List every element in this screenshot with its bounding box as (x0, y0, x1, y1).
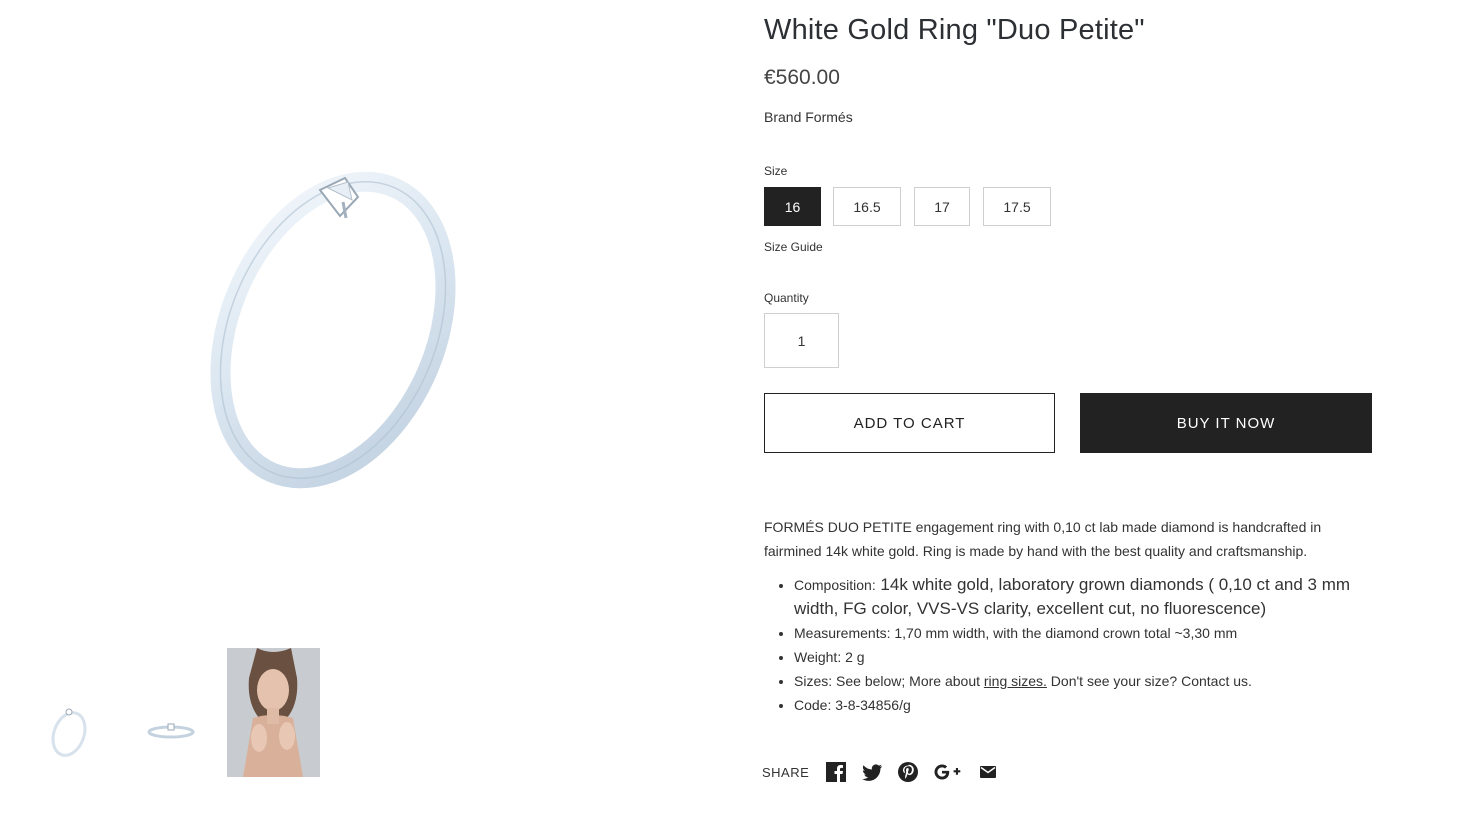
ring-sizes-link[interactable]: ring sizes. (984, 673, 1047, 689)
size-option-17[interactable]: 17 (914, 187, 970, 226)
spec-composition: Composition: 14k white gold, laboratory … (794, 573, 1364, 621)
twitter-icon[interactable] (861, 761, 883, 783)
spec-code: Code: 3-8-34856/g (794, 693, 1364, 717)
composition-value: 14k white gold, laboratory grown diamond… (794, 575, 1351, 618)
thumbnail-ring-side[interactable] (22, 648, 115, 777)
quantity-label: Quantity (764, 291, 809, 305)
size-option-17-5[interactable]: 17.5 (983, 187, 1051, 226)
pinterest-icon[interactable] (897, 761, 919, 783)
product-title: White Gold Ring "Duo Petite" (764, 14, 1145, 46)
thumbnail-model-photo[interactable] (227, 648, 320, 777)
spec-measurements: Measurements: 1,70 mm width, with the di… (794, 621, 1364, 645)
size-option-16-5[interactable]: 16.5 (833, 187, 901, 226)
spec-weight: Weight: 2 g (794, 645, 1364, 669)
facebook-icon[interactable] (825, 761, 847, 783)
share-bar: SHARE (762, 761, 1013, 783)
buy-now-button[interactable]: BUY IT NOW (1080, 393, 1372, 453)
add-to-cart-button[interactable]: ADD TO CART (764, 393, 1055, 453)
size-guide-link[interactable]: Size Guide (764, 240, 823, 254)
google-plus-icon[interactable] (933, 761, 963, 783)
thumbnail-ring-flat[interactable] (124, 648, 217, 777)
product-brand: Brand Formés (764, 109, 853, 125)
size-option-16[interactable]: 16 (764, 187, 821, 226)
email-icon[interactable] (977, 761, 999, 783)
spec-list: Composition: 14k white gold, laboratory … (764, 573, 1364, 717)
description-intro: FORMÉS DUO PETITE engagement ring with 0… (764, 519, 1322, 559)
size-label: Size (764, 164, 788, 178)
sizes-suffix: Don't see your size? Contact us. (1046, 673, 1252, 689)
share-label: SHARE (762, 764, 810, 780)
spec-sizes: Sizes: See below; More about ring sizes.… (794, 669, 1364, 693)
quantity-input[interactable] (764, 313, 839, 368)
composition-label: Composition: (794, 577, 876, 593)
product-description: FORMÉS DUO PETITE engagement ring with 0… (764, 515, 1364, 717)
product-price: €560.00 (764, 66, 840, 89)
sizes-prefix: Sizes: See below; More about (794, 673, 984, 689)
main-product-image[interactable] (150, 150, 500, 500)
